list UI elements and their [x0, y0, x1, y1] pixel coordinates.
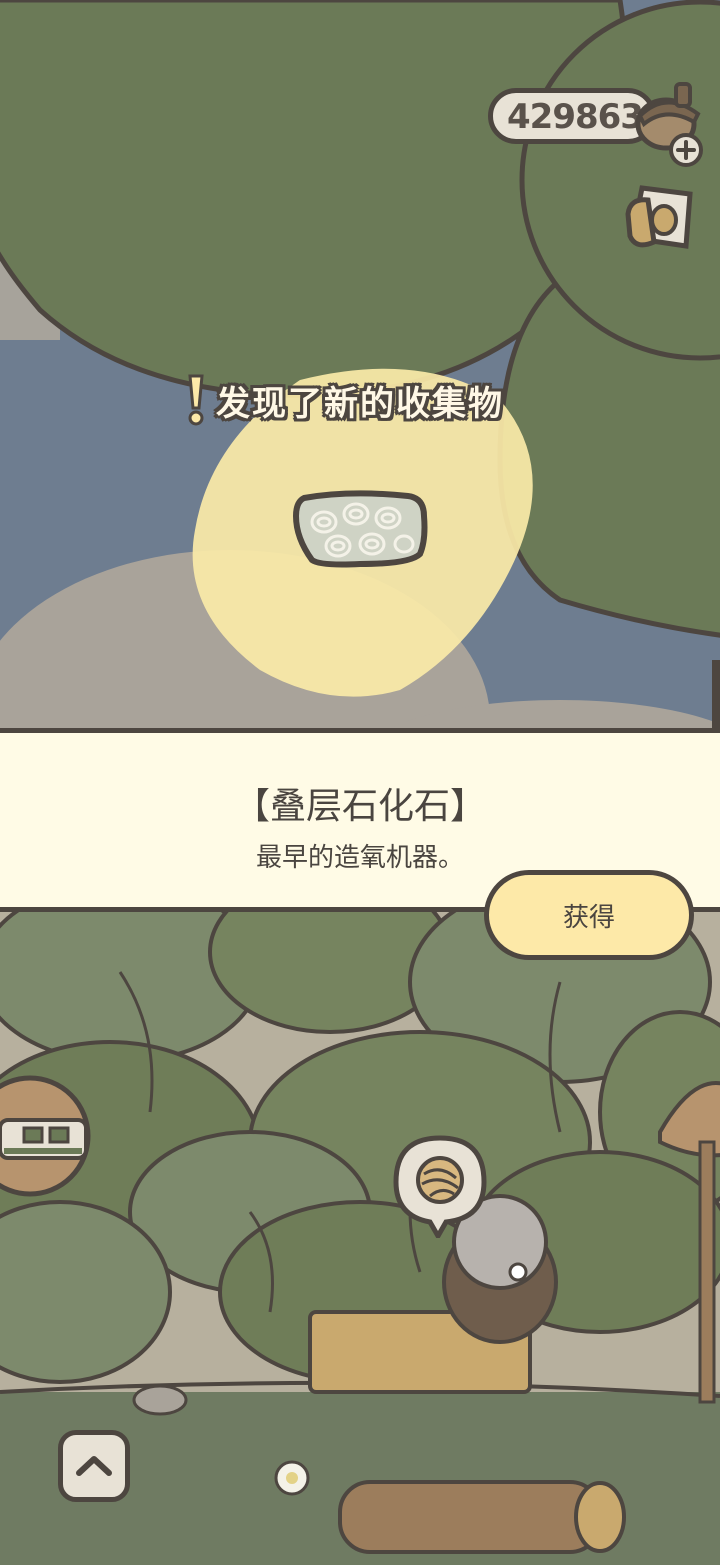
photo-album-icon[interactable]: [620, 180, 700, 260]
get-button[interactable]: 获得: [484, 870, 694, 960]
item-description: 最早的造氧机器。: [255, 843, 464, 873]
collapse-button[interactable]: [58, 1430, 130, 1502]
item-name: 【叠层石化石】: [233, 786, 486, 827]
acorn-count: 429863: [507, 97, 644, 137]
yarn-ball-icon[interactable]: [390, 1134, 490, 1238]
train-icon[interactable]: [0, 1072, 100, 1202]
fossil-stone-icon[interactable]: [290, 488, 430, 572]
acorn-counter[interactable]: 429863: [488, 88, 656, 144]
plus-icon[interactable]: [668, 132, 704, 168]
chevron-up-icon: [76, 1456, 112, 1476]
exclamation-icon: [188, 374, 204, 426]
discovery-banner: 发现了新的收集物: [216, 384, 504, 424]
